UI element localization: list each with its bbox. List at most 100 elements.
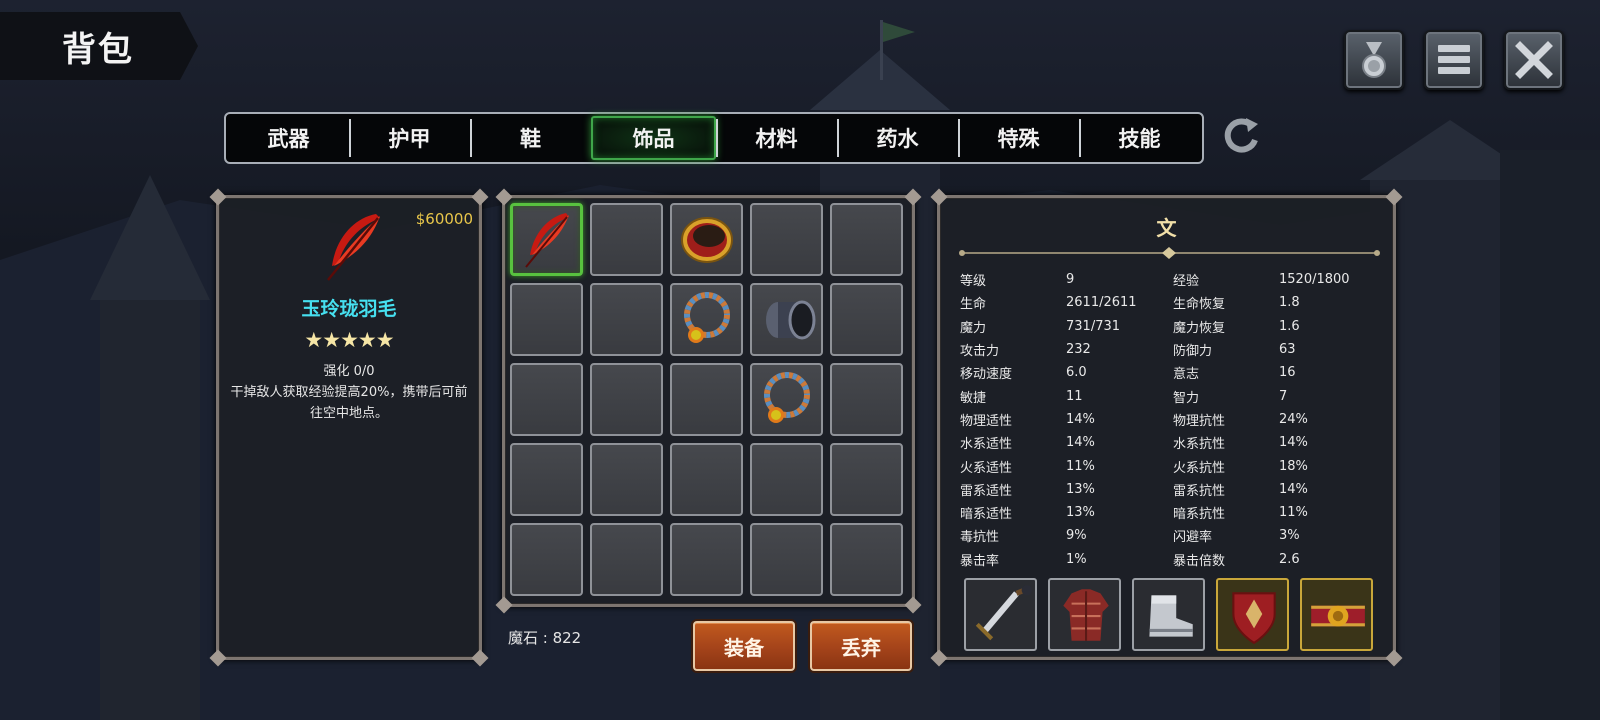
refresh-button[interactable]	[1218, 114, 1264, 160]
medal-icon	[1362, 42, 1386, 78]
stat-value: 3%	[1279, 528, 1300, 544]
stat-value: 11%	[1066, 458, 1095, 474]
stat-label: 雷系适性	[960, 483, 1013, 499]
stat-value: 731/731	[1066, 318, 1121, 334]
red-feather-icon	[524, 212, 569, 268]
item-description: 干掉敌人获取经验提高20%，携带后可前往空中地点。	[230, 385, 468, 421]
inventory-panel	[495, 188, 922, 614]
equipped-slot[interactable]	[1216, 578, 1289, 651]
discard-button[interactable]: 丢弃	[810, 621, 912, 671]
stat-label: 物理抗性	[1173, 413, 1226, 429]
inventory-slot-empty[interactable]	[830, 523, 903, 596]
inventory-slot-empty[interactable]	[510, 443, 583, 516]
inventory-slot-empty[interactable]	[590, 363, 663, 436]
inventory-slot-empty[interactable]	[750, 523, 823, 596]
stat-label: 暗系适性	[960, 507, 1013, 523]
inventory-slot-empty[interactable]	[510, 283, 583, 356]
stat-value: 14%	[1066, 411, 1095, 427]
tab-materials[interactable]: 材料	[716, 116, 837, 160]
stat-label: 生命恢复	[1173, 297, 1226, 313]
stat-value: 63	[1279, 342, 1296, 358]
close-button[interactable]	[1504, 30, 1564, 90]
tab-weapons[interactable]: 武器	[228, 116, 349, 160]
stat-label: 雷系抗性	[1173, 483, 1226, 499]
inventory-slot-empty[interactable]	[510, 363, 583, 436]
menu-button[interactable]	[1424, 30, 1484, 90]
inventory-slot-empty[interactable]	[590, 283, 663, 356]
inventory-slot-filled[interactable]	[750, 363, 823, 436]
dark-bracer-icon	[765, 300, 815, 339]
beaded-necklace-icon	[763, 371, 810, 423]
tab-shoes[interactable]: 鞋	[470, 116, 591, 160]
character-name: 文	[1156, 216, 1177, 240]
stat-value: 1.6	[1279, 318, 1300, 334]
inventory-slot-filled[interactable]	[750, 283, 823, 356]
stat-value: 1520/1800	[1279, 272, 1350, 288]
equipped-slot[interactable]	[1048, 578, 1121, 651]
tab-skills[interactable]: 技能	[1079, 116, 1200, 160]
item-detail-panel: $60000 玉玲珑羽毛 ★★★★★ 强化 0/0 干掉敌人获取经验提高20%，…	[209, 188, 489, 667]
inventory-slot-empty[interactable]	[830, 203, 903, 276]
stat-value: 13%	[1066, 481, 1095, 497]
equipped-slot[interactable]	[1300, 578, 1373, 651]
stat-label: 水系适性	[960, 437, 1013, 453]
character-stats-panel: 文 等级 9 经验 1520/1800 生命 2611/2611 生命恢复 1.8 魔力 731/…	[930, 188, 1403, 667]
steel-boots-icon	[1148, 594, 1193, 637]
inventory-slot-empty[interactable]	[830, 283, 903, 356]
menu-icon	[1438, 45, 1470, 74]
stat-value: 14%	[1279, 435, 1308, 451]
achievements-button[interactable]	[1344, 30, 1404, 90]
equipped-slot[interactable]	[964, 578, 1037, 651]
magic-stone-count: 魔石 : 822	[508, 629, 582, 647]
stat-label: 暗系抗性	[1173, 507, 1226, 523]
selected-item-icon	[314, 208, 392, 286]
tab-potions[interactable]: 药水	[837, 116, 958, 160]
inventory-slot-empty[interactable]	[510, 523, 583, 596]
inventory-slot-filled[interactable]	[670, 203, 743, 276]
stat-value: 2611/2611	[1066, 295, 1137, 311]
stat-label: 防御力	[1173, 344, 1213, 360]
inventory-slot-empty[interactable]	[670, 443, 743, 516]
inventory-slot-empty[interactable]	[670, 363, 743, 436]
inventory-slot-filled[interactable]	[510, 203, 583, 276]
stat-value: 14%	[1066, 435, 1095, 451]
close-icon	[1515, 41, 1553, 79]
stat-label: 魔力恢复	[1173, 320, 1226, 336]
stat-value: 6.0	[1066, 365, 1087, 381]
stat-label: 攻击力	[960, 344, 1000, 360]
inventory-slot-empty[interactable]	[750, 443, 823, 516]
inventory-slot-empty[interactable]	[670, 523, 743, 596]
stat-value: 9%	[1066, 528, 1087, 544]
stat-value: 24%	[1279, 411, 1308, 427]
inventory-slot-empty[interactable]	[590, 443, 663, 516]
stat-value: 2.6	[1279, 551, 1300, 567]
inventory-slot-empty[interactable]	[590, 203, 663, 276]
item-price: $60000	[415, 210, 473, 228]
stat-label: 火系适性	[960, 460, 1013, 476]
inventory-slot-empty[interactable]	[590, 523, 663, 596]
tab-accessories[interactable]: 饰品	[591, 116, 716, 160]
equipped-slot[interactable]	[1132, 578, 1205, 651]
tab-armor[interactable]: 护甲	[349, 116, 470, 160]
equip-button[interactable]: 装备	[693, 621, 795, 671]
belt-icon	[1310, 605, 1365, 626]
category-tabs: 武器 护甲 鞋 饰品 材料 药水 特殊 技能	[224, 112, 1204, 164]
inventory-slot-empty[interactable]	[830, 443, 903, 516]
stat-value: 1%	[1066, 551, 1087, 567]
stat-value: 14%	[1279, 481, 1308, 497]
sword-icon	[975, 584, 1032, 640]
inventory-slot-empty[interactable]	[750, 203, 823, 276]
stat-value: 1.8	[1279, 295, 1300, 311]
item-rating-stars: ★★★★★	[304, 328, 394, 352]
inventory-slot-empty[interactable]	[830, 363, 903, 436]
stat-value: 11	[1066, 388, 1083, 404]
stat-value: 232	[1066, 342, 1091, 358]
gold-ring-icon	[680, 216, 733, 263]
tab-special[interactable]: 特殊	[958, 116, 1079, 160]
beaded-necklace-icon	[683, 291, 730, 343]
red-feather-icon	[327, 214, 380, 281]
stat-value: 9	[1066, 272, 1075, 288]
stat-label: 魔力	[960, 320, 987, 336]
inventory-slot-filled[interactable]	[670, 283, 743, 356]
stat-label: 火系抗性	[1173, 460, 1226, 476]
